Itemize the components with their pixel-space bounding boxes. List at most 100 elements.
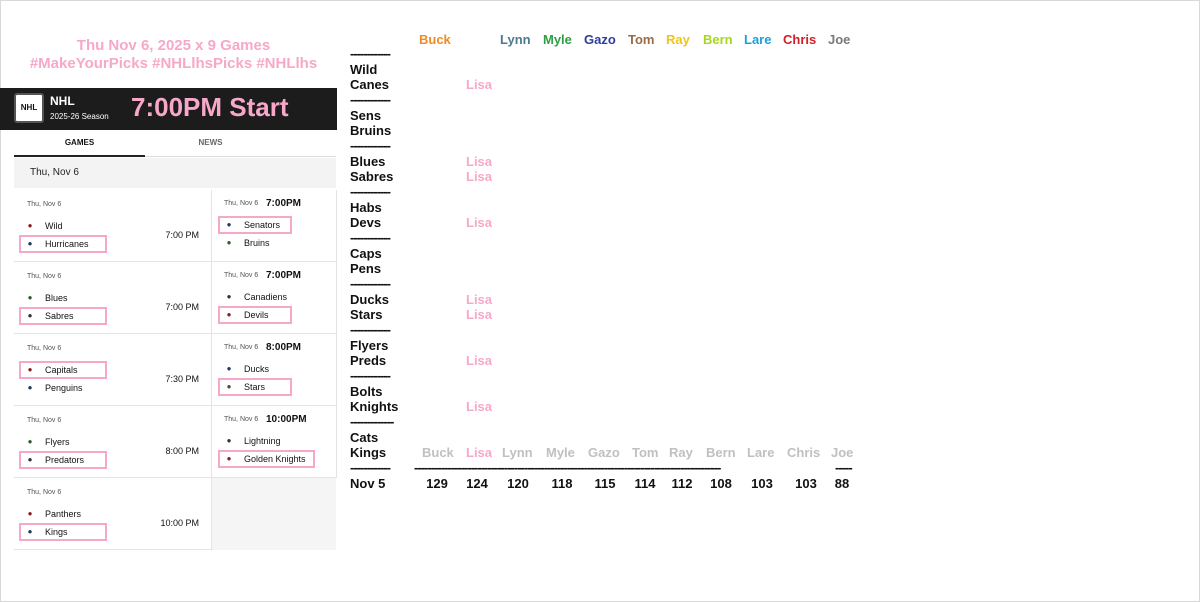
stars-logo-icon: ●: [226, 382, 232, 391]
team-row: ● Flyers: [19, 433, 113, 451]
game-start-time: 10:00PM: [266, 414, 307, 425]
game-card[interactable]: Thu, Nov 6 ● Panthers ● Kings 10:00 PM: [14, 478, 212, 550]
team-name: Hurricanes: [45, 239, 89, 249]
team-name: Devils: [244, 310, 269, 320]
date-group-label: Thu, Nov 6: [30, 167, 79, 178]
picked-team: ● Capitals: [19, 361, 107, 379]
empty-grid-cell: [212, 478, 336, 550]
game-card[interactable]: Thu, Nov 6 ● Flyers ● Predators 8:00 PM: [14, 406, 212, 478]
game-card[interactable]: Thu, Nov 6 ● Blues ● Sabres 7:00 PM: [14, 262, 212, 334]
lisa-pick: Lisa: [466, 169, 493, 184]
team-row: ● Blues: [19, 289, 113, 307]
standings-score: 129: [426, 476, 448, 491]
matchup-team: Preds: [350, 353, 387, 368]
tab-games[interactable]: GAMES: [14, 131, 145, 157]
game-date: Thu, Nov 6: [224, 416, 259, 423]
team-name: Golden Knights: [244, 454, 306, 464]
matchup-team: Habs: [350, 200, 382, 215]
game-card[interactable]: Thu, Nov 6 ● Canadiens ● Devils 7:00PM: [212, 262, 337, 334]
lisa-pick: Lisa: [466, 292, 493, 307]
team-name: Panthers: [45, 509, 82, 519]
flyers-logo-icon: ●: [27, 437, 33, 446]
standings-name: Lisa: [466, 445, 493, 460]
matchup-team: Pens: [350, 261, 382, 276]
team-name: Wild: [45, 221, 63, 231]
matchup-team: Devs: [350, 215, 382, 230]
standings-name: Bern: [706, 445, 736, 460]
ducks-logo-icon: ●: [226, 364, 232, 373]
matchup-team: Bolts: [350, 384, 383, 399]
game-time: 8:00 PM: [165, 446, 199, 456]
picker-name: Lare: [744, 32, 772, 47]
matchup-team: Blues: [350, 154, 386, 169]
picked-team: ● Predators: [19, 451, 107, 469]
picker-name: Gazo: [584, 32, 616, 47]
picker-name: Chris: [783, 32, 817, 47]
standings-name: Gazo: [588, 445, 620, 460]
picker-name: Lynn: [500, 32, 531, 47]
matchup-team: Ducks: [350, 292, 390, 307]
hurricanes-logo-icon: ●: [27, 239, 33, 248]
separator-line: ------------: [350, 138, 391, 153]
team-name: Capitals: [45, 365, 78, 375]
game-start-time: 7:00PM: [266, 270, 302, 281]
senators-logo-icon: ●: [226, 220, 232, 229]
game-start-time: 7:00PM: [266, 198, 302, 209]
start-time-label: 7:00PM Start: [131, 92, 289, 122]
tab-bar: GAMES NEWS: [14, 131, 336, 157]
standings-name: Chris: [787, 445, 821, 460]
league-name: NHL: [50, 94, 75, 108]
capitals-logo-icon: ●: [27, 365, 33, 374]
standings-score: 124: [466, 476, 488, 491]
separator-line: ------------: [350, 322, 391, 337]
game-time: 7:30 PM: [165, 374, 199, 384]
team-name: Lightning: [244, 436, 281, 446]
matchup-team: Knights: [350, 399, 399, 414]
date-group-header: Thu, Nov 6: [14, 158, 336, 188]
lisa-pick: Lisa: [466, 399, 493, 414]
matchup-team: Flyers: [350, 338, 389, 353]
game-card[interactable]: Thu, Nov 6 ● Ducks ● Stars 8:00PM: [212, 334, 337, 406]
lisa-pick: Lisa: [466, 307, 493, 322]
standings-name: Myle: [546, 445, 575, 460]
matchup-team: Sens: [350, 108, 382, 123]
standings-score: 118: [551, 476, 573, 491]
team-name: Predators: [45, 455, 85, 465]
team-name: Senators: [244, 220, 281, 230]
matchup-team: Kings: [350, 445, 387, 460]
penguins-logo-icon: ●: [27, 383, 33, 392]
lisa-pick: Lisa: [466, 353, 493, 368]
game-date: Thu, Nov 6: [27, 201, 62, 208]
team-row: ● Ducks: [218, 360, 298, 378]
matchup-team: Sabres: [350, 169, 394, 184]
team-row: ● Canadiens: [218, 288, 298, 306]
tab-news[interactable]: NEWS: [145, 131, 276, 155]
game-card[interactable]: Thu, Nov 6 ● Senators ● Bruins 7:00PM: [212, 190, 337, 262]
team-name: Stars: [244, 382, 266, 392]
game-date: Thu, Nov 6: [224, 344, 259, 351]
team-row: ● Panthers: [19, 505, 113, 523]
standings-name: Buck: [422, 445, 454, 460]
separator-line: ------------: [350, 460, 391, 475]
picker-name: Myle: [543, 32, 572, 47]
separator-line: ------------: [350, 368, 391, 383]
standings-divider: ----------------------------------------…: [414, 460, 721, 475]
standings-score: 103: [751, 476, 773, 491]
game-date: Thu, Nov 6: [27, 273, 62, 280]
team-name: Bruins: [244, 238, 270, 248]
game-card[interactable]: Thu, Nov 6 ● Lightning ● Golden Knights 10:00…: [212, 406, 337, 478]
lisa-pick: Lisa: [466, 154, 493, 169]
game-card[interactable]: Thu, Nov 6 ● Capitals ● Penguins 7:30 PM: [14, 334, 212, 406]
sabres-logo-icon: ●: [27, 311, 33, 320]
header-hashtags: #MakeYourPicks #NHLlhsPicks #NHLlhs: [29, 55, 318, 72]
team-name: Canadiens: [244, 292, 288, 302]
team-row: ● Wild: [19, 217, 113, 235]
standings-score: 114: [634, 476, 656, 491]
separator-line: ------------: [350, 276, 391, 291]
game-card[interactable]: Thu, Nov 6 ● Wild ● Hurricanes 7:00 PM: [14, 190, 212, 262]
standings-divider: -----: [835, 460, 853, 475]
team-name: Penguins: [45, 383, 83, 393]
picked-team: ● Senators: [218, 216, 292, 234]
team-name: Sabres: [45, 311, 74, 321]
matchup-team: Caps: [350, 246, 382, 261]
